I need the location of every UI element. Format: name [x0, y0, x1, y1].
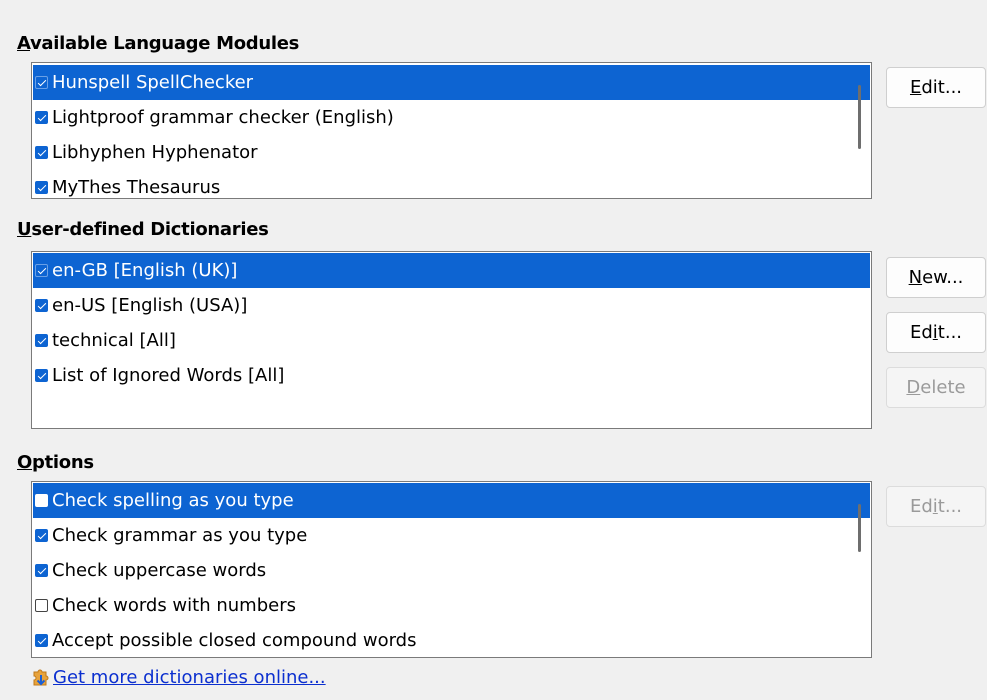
list-item[interactable]: Lightproof grammar checker (English)	[33, 100, 870, 135]
dictionaries-delete-button[interactable]: Delete	[886, 367, 986, 408]
dictionaries-heading: User-defined Dictionaries	[17, 219, 269, 240]
checkbox[interactable]	[35, 264, 48, 277]
modules-heading: Available Language Modules	[17, 33, 300, 54]
list-item[interactable]: Accept possible closed compound words	[33, 623, 870, 657]
modules-edit-button[interactable]: Edit...	[886, 67, 986, 108]
checkbox[interactable]	[35, 599, 48, 612]
checkbox[interactable]	[35, 564, 48, 577]
scrollbar-thumb[interactable]	[858, 504, 861, 552]
checkbox[interactable]	[35, 634, 48, 647]
list-item[interactable]: Check words with numbers	[33, 588, 870, 623]
list-item[interactable]: technical [All]	[33, 323, 870, 358]
options-edit-button[interactable]: Ed i t...	[886, 486, 986, 527]
scrollbar-thumb[interactable]	[858, 85, 861, 149]
checkbox[interactable]	[35, 334, 48, 347]
checkbox[interactable]	[35, 111, 48, 124]
checkbox[interactable]	[35, 299, 48, 312]
checkbox[interactable]	[35, 181, 48, 194]
list-item[interactable]: en-US [English (USA)]	[33, 288, 870, 323]
checkbox[interactable]	[35, 369, 48, 382]
dictionaries-list[interactable]: en-GB [English (UK)] en-US [English (USA…	[31, 251, 872, 429]
list-item[interactable]: Check uppercase words	[33, 553, 870, 588]
list-item[interactable]: Check grammar as you type	[33, 518, 870, 553]
checkbox[interactable]	[35, 76, 48, 89]
checkbox[interactable]	[35, 146, 48, 159]
dictionaries-edit-button[interactable]: Ed i t...	[886, 312, 986, 353]
options-list[interactable]: Check spelling as you type Check grammar…	[31, 481, 872, 658]
extension-download-icon	[31, 666, 51, 688]
list-item[interactable]: Hunspell SpellChecker	[33, 65, 870, 100]
vertical-scrollbar[interactable]	[849, 484, 871, 655]
modules-list[interactable]: Hunspell SpellChecker Lightproof grammar…	[31, 62, 872, 199]
vertical-scrollbar[interactable]	[849, 65, 871, 196]
get-more-dictionaries-link[interactable]: Get more dictionaries online...	[53, 667, 326, 688]
list-item[interactable]: MyThes Thesaurus	[33, 170, 870, 198]
list-item[interactable]: List of Ignored Words [All]	[33, 358, 870, 393]
dictionaries-new-button[interactable]: New...	[886, 257, 986, 298]
get-more-dictionaries[interactable]: Get more dictionaries online...	[31, 666, 326, 688]
list-item[interactable]: en-GB [English (UK)]	[33, 253, 870, 288]
checkbox[interactable]	[35, 494, 48, 507]
checkbox[interactable]	[35, 529, 48, 542]
list-item[interactable]: Check spelling as you type	[33, 483, 870, 518]
list-item[interactable]: Libhyphen Hyphenator	[33, 135, 870, 170]
options-heading: Options	[17, 452, 94, 473]
